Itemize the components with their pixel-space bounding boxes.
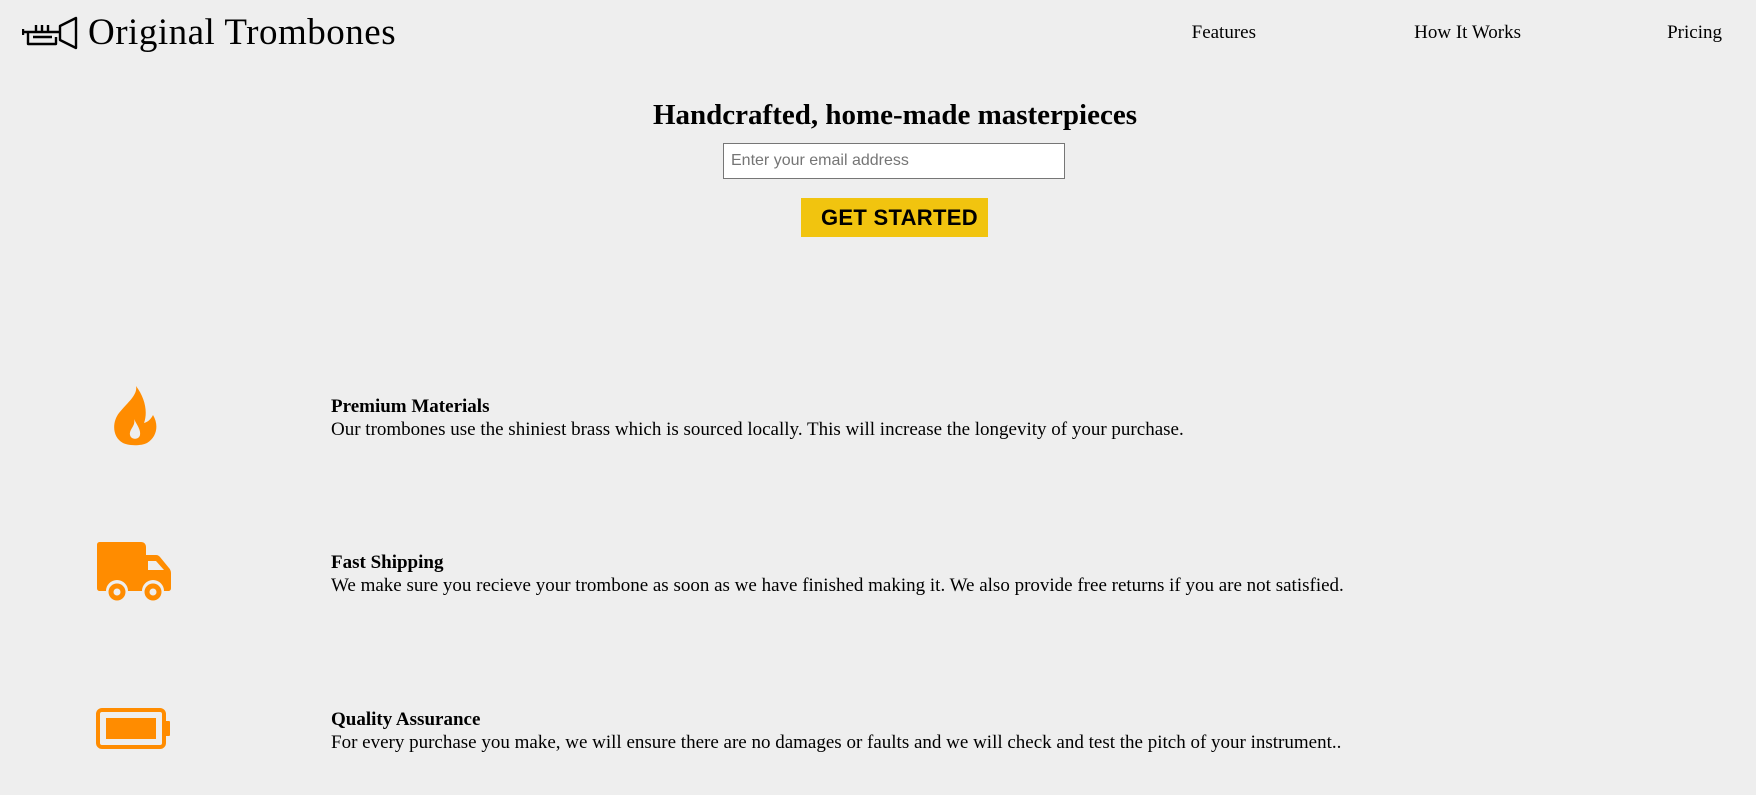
email-input[interactable] [723,143,1065,179]
feature-quality-assurance: Quality Assurance For every purchase you… [0,708,1756,778]
truck-icon [96,541,172,603]
site-header: Original Trombones Features How It Works… [0,0,1756,70]
feature-text: Premium Materials Our trombones use the … [331,395,1184,441]
trombone-icon [21,15,78,51]
feature-title: Fast Shipping [331,552,444,573]
feature-description: For every purchase you make, we will ens… [331,732,1342,753]
feature-premium-materials: Premium Materials Our trombones use the … [0,386,1756,465]
feature-description: Our trombones use the shiniest brass whi… [331,419,1184,440]
brand-name: Original Trombones [88,12,397,53]
nav-link-how-it-works[interactable]: How It Works [1414,22,1521,44]
feature-text: Fast Shipping We make sure you recieve y… [331,551,1344,597]
feature-text: Quality Assurance For every purchase you… [331,708,1341,754]
brand-logo[interactable]: Original Trombones [21,12,397,53]
hero-section: Handcrafted, home-made masterpieces [0,95,1756,135]
nav-link-features[interactable]: Features [1192,22,1256,44]
feature-title: Premium Materials [331,396,490,417]
feature-title: Quality Assurance [331,709,481,730]
nav-link-pricing[interactable]: Pricing [1667,22,1722,44]
hero-title: Handcrafted, home-made masterpieces [652,99,1138,131]
feature-description: We make sure you recieve your trombone a… [331,575,1344,596]
battery-icon [96,708,172,750]
fire-icon [108,385,160,447]
feature-fast-shipping: Fast Shipping We make sure you recieve y… [0,542,1756,621]
get-started-button[interactable]: GET STARTED [801,198,988,237]
